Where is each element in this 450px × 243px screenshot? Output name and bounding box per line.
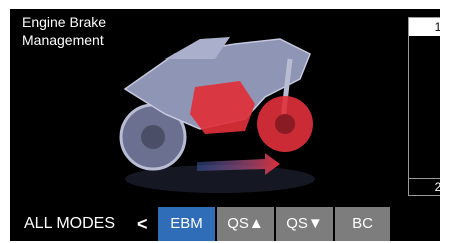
motorcycle-illustration [119,37,315,193]
level-bottom-label: 2 [434,180,440,194]
tab-qs-down[interactable]: QS▼ [276,207,333,241]
level-top-label: 1 [409,18,440,36]
tab-qs-up[interactable]: QS▲ [217,207,274,241]
display-screen: Engine Brake Management 1 2 ALL MODES < … [10,9,440,241]
tab-ebm[interactable]: EBM [158,207,215,241]
level-indicator: 1 2 [408,17,440,196]
mode-bar: ALL MODES < EBM QS▲ QS▼ BC [10,207,440,241]
all-modes-label[interactable]: ALL MODES [24,207,115,241]
tab-bc[interactable]: BC [335,207,390,241]
chevron-left-icon[interactable]: < [137,207,148,241]
